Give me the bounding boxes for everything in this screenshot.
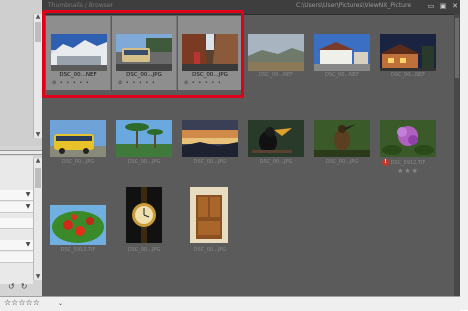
- photo-thumbnail[interactable]: [190, 187, 228, 243]
- photo-thumbnail[interactable]: [248, 34, 304, 71]
- thumbnail-caption: DSC_00...NEF: [259, 72, 293, 78]
- photo-thumbnail[interactable]: [182, 120, 238, 157]
- star-rating[interactable]: ★★★: [376, 167, 440, 175]
- photo-thumbnail[interactable]: [314, 120, 370, 157]
- thumbnail-caption: DSC_5912.TIF: [390, 160, 426, 166]
- scroll-down-icon[interactable]: ▼: [34, 274, 42, 280]
- chevron-down-icon[interactable]: ⌄: [58, 300, 63, 307]
- chevron-down-icon[interactable]: ▼: [25, 204, 31, 210]
- scrollbar-thumb[interactable]: [455, 18, 459, 78]
- scroll-up-icon[interactable]: ▲: [34, 14, 42, 20]
- thumbnail-cell[interactable]: DSC_00...JPG: [112, 185, 176, 259]
- window-maximize-icon[interactable]: ▣: [438, 2, 448, 11]
- thumbnail-cell[interactable]: DSC_00...JPG: [178, 185, 242, 259]
- folder-path: C:\Users\User\Pictures\ViewNX_Picture: [296, 2, 412, 9]
- scroll-down-icon[interactable]: ▼: [34, 132, 42, 138]
- scrollbar-thumb[interactable]: [35, 168, 41, 188]
- window-close-icon[interactable]: ✕: [450, 2, 460, 11]
- photo-thumbnail[interactable]: [50, 205, 106, 245]
- thumbnail-cell[interactable]: DSC_5913.TIF: [46, 185, 110, 259]
- rating-filter[interactable]: ☆☆☆☆☆: [4, 298, 40, 307]
- photo-thumbnail[interactable]: [380, 120, 436, 157]
- thumbnail-caption: DSC_00...JPG: [127, 159, 161, 165]
- selection-highlight: [42, 10, 244, 98]
- thumbnail-caption: DSC_5913.TIF: [60, 247, 96, 253]
- thumbnail-caption: DSC_00...NEF: [391, 72, 425, 78]
- panel-divider[interactable]: [0, 150, 42, 155]
- thumbnail-caption: DSC_00...JPG: [325, 159, 359, 165]
- thumbnail-cell[interactable]: DSC_00...NEF: [310, 16, 374, 90]
- thumbnail-cell[interactable]: DSC_00...JPG: [178, 110, 242, 184]
- photo-thumbnail[interactable]: [126, 187, 162, 243]
- photo-thumbnail[interactable]: [116, 120, 172, 157]
- photo-thumbnail[interactable]: [380, 34, 436, 71]
- panel-field[interactable]: ▼: [0, 202, 33, 213]
- rotate-right-icon[interactable]: ↻: [21, 282, 28, 291]
- thumbnail-cell[interactable]: ! DSC_5912.TIF ★★★: [376, 110, 440, 184]
- panel-field[interactable]: [0, 252, 33, 263]
- thumbnail-cell[interactable]: DSC_00...JPG: [244, 110, 308, 184]
- window-restore-icon[interactable]: ▭: [426, 2, 436, 11]
- left-panel: ▲ ▼ ▼ ▼ ▼ ▲ ▼ ↺ ↻: [0, 0, 43, 296]
- thumbnail-cell[interactable]: DSC_00...NEF: [244, 16, 308, 90]
- photo-thumbnail[interactable]: [248, 120, 304, 157]
- thumbnail-cell[interactable]: DSC_00...JPG: [310, 110, 374, 184]
- photo-thumbnail[interactable]: [50, 120, 106, 157]
- photo-thumbnail[interactable]: [314, 34, 370, 71]
- window-edge: [460, 0, 468, 310]
- thumbnail-cell[interactable]: DSC_00...NEF: [376, 16, 440, 90]
- chevron-down-icon[interactable]: ▼: [25, 242, 31, 248]
- left-panel-scrollbar[interactable]: ▲ ▼: [33, 14, 42, 138]
- panel-field[interactable]: [0, 218, 33, 229]
- left-panel-scrollbar-lower[interactable]: ▲ ▼: [33, 158, 42, 280]
- thumbnail-caption: DSC_00...JPG: [193, 247, 227, 253]
- thumbnail-caption: DSC_00...JPG: [259, 159, 293, 165]
- thumbnail-caption: DSC_00...NEF: [325, 72, 359, 78]
- panel-buttons: ↺ ↻: [8, 282, 27, 291]
- bottom-bar: ☆☆☆☆☆ ⌄: [0, 296, 460, 311]
- scroll-up-icon[interactable]: ▲: [34, 158, 42, 164]
- thumbnail-caption: DSC_00...JPG: [193, 159, 227, 165]
- thumbnail-caption: DSC_00...JPG: [61, 159, 95, 165]
- chevron-down-icon[interactable]: ▼: [25, 192, 31, 198]
- thumbnail-cell[interactable]: DSC_00...JPG: [46, 110, 110, 184]
- thumbnail-caption: DSC_00...JPG: [127, 247, 161, 253]
- rotate-left-icon[interactable]: ↺: [8, 282, 15, 291]
- scrollbar-thumb[interactable]: [35, 22, 41, 42]
- left-panel-lower: ▼ ▼ ▼: [0, 156, 33, 284]
- panel-field[interactable]: ▼: [0, 190, 33, 201]
- thumbnail-cell[interactable]: DSC_00...JPG: [112, 110, 176, 184]
- toolbar-title: Thumbnails / Browser: [48, 2, 114, 9]
- panel-field[interactable]: ▼: [0, 240, 33, 251]
